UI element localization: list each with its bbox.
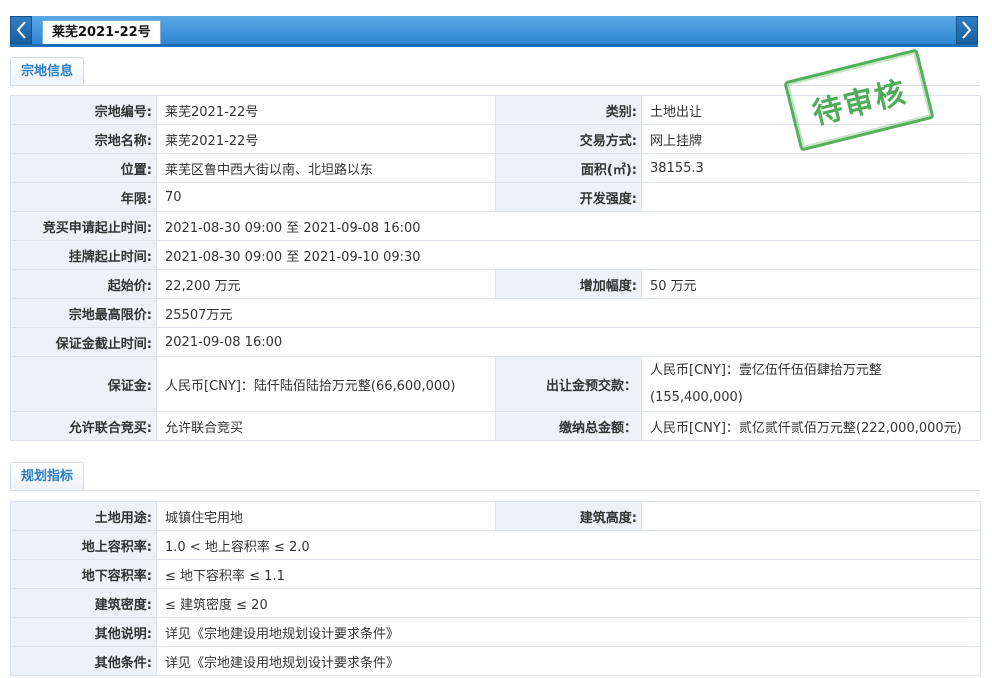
section-header-planning: 规划指标 [10, 462, 980, 491]
joint-bid-label: 允许联合竞买: [10, 411, 157, 441]
joint-bid-value: 允许联合竞买 [156, 411, 496, 441]
far-below-value: ≤ 地下容积率 ≤ 1.1 [156, 559, 981, 589]
table-row: 允许联合竞买: 允许联合竞买 缴纳总金额： 人民币[CNY]：贰亿贰仟贰佰万元整… [10, 411, 981, 441]
table-row: 地下容积率: ≤ 地下容积率 ≤ 1.1 [10, 559, 981, 589]
location-value: 莱芜区鲁中西大街以南、北坦路以东 [156, 153, 496, 183]
table-row: 保证金截止时间: 2021-09-08 16:00 [10, 327, 981, 357]
term-label: 年限: [10, 182, 157, 212]
area-value: 38155.3 [641, 153, 981, 183]
table-row: 地上容积率: 1.0 < 地上容积率 ≤ 2.0 [10, 530, 981, 560]
table-row: 位置: 莱芜区鲁中西大街以南、北坦路以东 面积(㎡): 38155.3 [10, 153, 981, 183]
deposit-deadline-label: 保证金截止时间: [10, 327, 157, 357]
increment-label: 增加幅度: [495, 269, 642, 299]
tab-bar: 莱芜2021-22号 [10, 16, 978, 47]
start-price-value: 22,200 万元 [156, 269, 496, 299]
other-desc-value: 详见《宗地建设用地规划设计要求条件》 [156, 617, 981, 647]
max-price-value: 25507万元 [156, 298, 981, 328]
listing-period-label: 挂牌起止时间: [10, 240, 157, 270]
table-row: 保证金: 人民币[CNY]：陆仟陆佰陆拾万元整(66,600,000) 出让金预… [10, 356, 981, 412]
area-label: 面积(㎡): [495, 153, 642, 183]
density-label: 建筑密度: [10, 588, 157, 618]
table-row: 起始价: 22,200 万元 增加幅度: 50 万元 [10, 269, 981, 299]
far-above-value: 1.0 < 地上容积率 ≤ 2.0 [156, 530, 981, 560]
parcel-name-label: 宗地名称: [10, 124, 157, 154]
listing-period-value: 2021-08-30 09:00 至 2021-09-10 09:30 [156, 240, 981, 270]
other-desc-label: 其他说明: [10, 617, 157, 647]
start-price-label: 起始价: [10, 269, 157, 299]
building-height-label: 建筑高度: [495, 501, 642, 531]
land-use-label: 土地用途: [10, 501, 157, 531]
bid-apply-period-label: 竞买申请起止时间: [10, 211, 157, 241]
tab-parcel[interactable]: 莱芜2021-22号 [42, 20, 161, 44]
chevron-left-icon [16, 21, 26, 39]
term-value: 70 [156, 182, 496, 212]
dev-intensity-label: 开发强度: [495, 182, 642, 212]
dev-intensity-value [641, 182, 981, 212]
increment-value: 50 万元 [641, 269, 981, 299]
table-row: 其他条件: 详见《宗地建设用地规划设计要求条件》 [10, 646, 981, 676]
far-below-label: 地下容积率: [10, 559, 157, 589]
deposit-value: 人民币[CNY]：陆仟陆佰陆拾万元整(66,600,000) [156, 356, 496, 412]
prepay-value: 人民币[CNY]：壹亿伍仟伍佰肆拾万元整 (155,400,000) [641, 356, 981, 412]
planning-table: 土地用途: 城镇住宅用地 建筑高度: 地上容积率: 1.0 < 地上容积率 ≤ … [10, 501, 981, 676]
location-label: 位置: [10, 153, 157, 183]
other-cond-value: 详见《宗地建设用地规划设计要求条件》 [156, 646, 981, 676]
parcel-name-value: 莱芜2021-22号 [156, 124, 496, 154]
table-row: 土地用途: 城镇住宅用地 建筑高度: [10, 501, 981, 531]
section-title-parcel-info: 宗地信息 [10, 57, 85, 85]
chevron-right-icon [962, 21, 972, 39]
table-row: 竞买申请起止时间: 2021-08-30 09:00 至 2021-09-08 … [10, 211, 981, 241]
table-row: 宗地最高限价: 25507万元 [10, 298, 981, 328]
scroll-left-button[interactable] [10, 16, 32, 44]
bid-apply-period-value: 2021-08-30 09:00 至 2021-09-08 16:00 [156, 211, 981, 241]
far-above-label: 地上容积率: [10, 530, 157, 560]
deposit-deadline-value: 2021-09-08 16:00 [156, 327, 981, 357]
land-use-value: 城镇住宅用地 [156, 501, 496, 531]
density-value: ≤ 建筑密度 ≤ 20 [156, 588, 981, 618]
section-title-planning: 规划指标 [10, 462, 85, 490]
building-height-value [641, 501, 981, 531]
table-row: 挂牌起止时间: 2021-08-30 09:00 至 2021-09-10 09… [10, 240, 981, 270]
parcel-info-table: 宗地编号: 莱芜2021-22号 类别: 土地出让 宗地名称: 莱芜2021-2… [10, 95, 981, 441]
other-cond-label: 其他条件: [10, 646, 157, 676]
deposit-label: 保证金: [10, 356, 157, 412]
max-price-label: 宗地最高限价: [10, 298, 157, 328]
table-row: 年限: 70 开发强度: [10, 182, 981, 212]
table-row: 建筑密度: ≤ 建筑密度 ≤ 20 [10, 588, 981, 618]
scroll-right-button[interactable] [956, 16, 978, 44]
trade-method-label: 交易方式: [495, 124, 642, 154]
total-payment-label: 缴纳总金额： [495, 411, 642, 441]
parcel-no-label: 宗地编号: [10, 95, 157, 125]
total-payment-value: 人民币[CNY]：贰亿贰仟贰佰万元整(222,000,000元) [641, 411, 981, 441]
prepay-value-line2: (155,400,000) [650, 390, 743, 405]
prepay-value-line1: 人民币[CNY]：壹亿伍仟伍佰肆拾万元整 [650, 363, 882, 378]
parcel-no-value: 莱芜2021-22号 [156, 95, 496, 125]
category-label: 类别: [495, 95, 642, 125]
prepay-label: 出让金预交款： [495, 356, 642, 412]
table-row: 其他说明: 详见《宗地建设用地规划设计要求条件》 [10, 617, 981, 647]
